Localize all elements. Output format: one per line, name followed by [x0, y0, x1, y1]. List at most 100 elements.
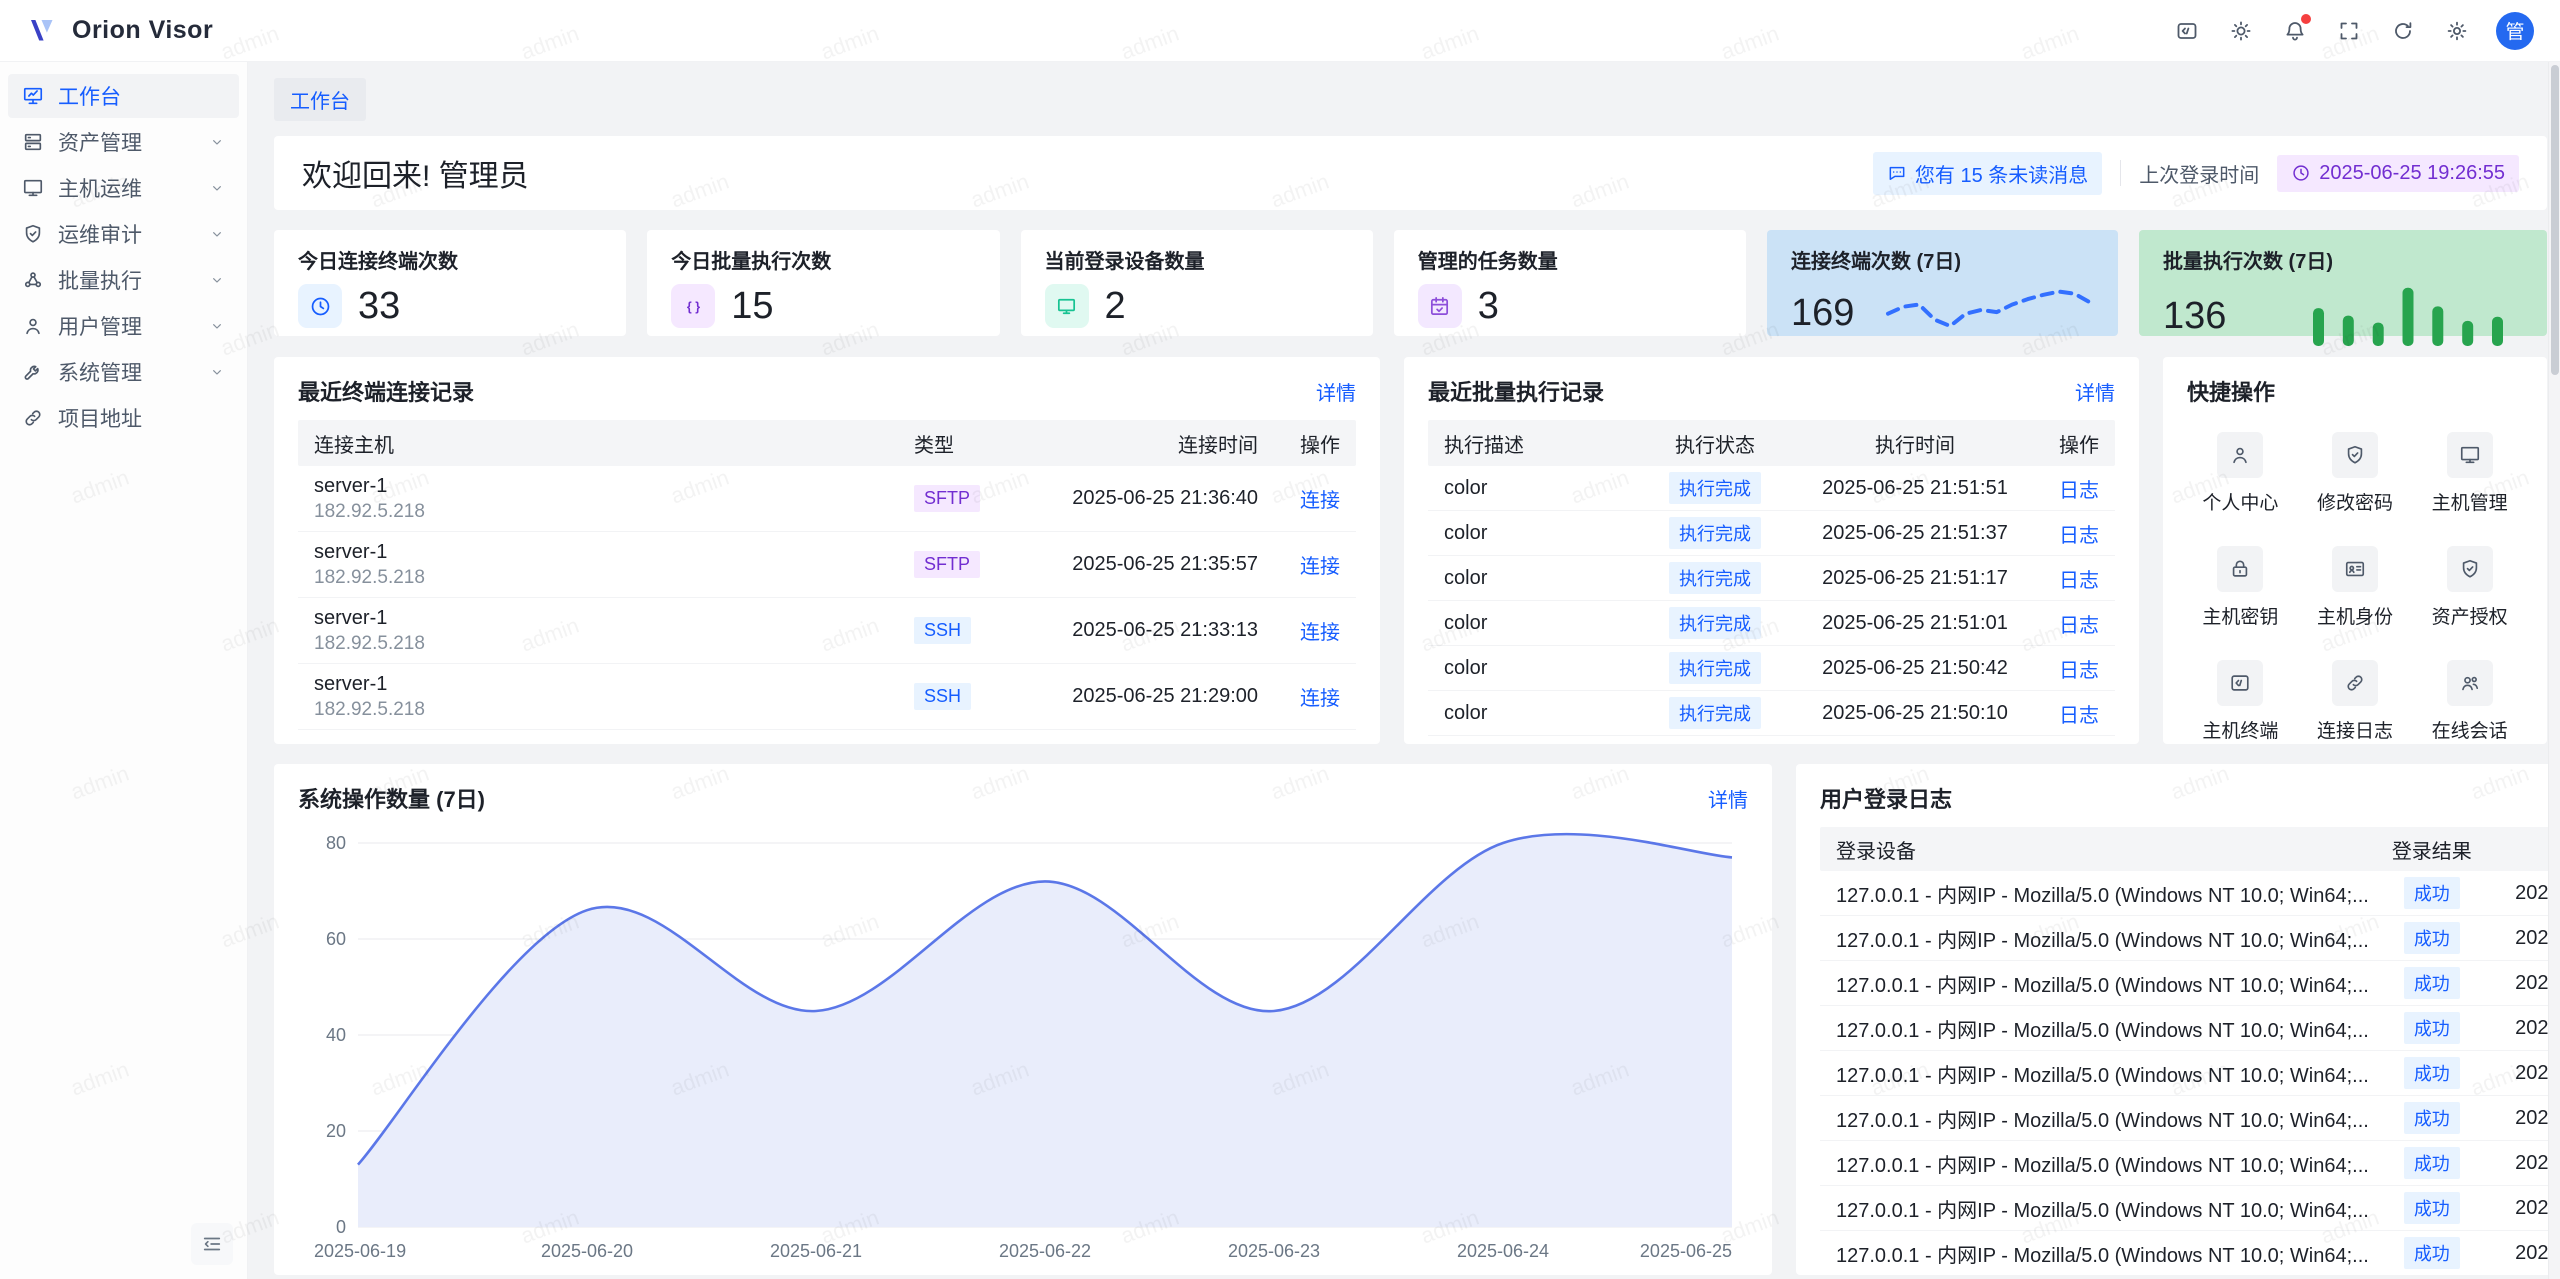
- quick-action-主机密钥[interactable]: 主机密钥: [2183, 546, 2298, 629]
- stat-label: 批量执行次数 (7日): [2163, 245, 2523, 274]
- stat-icon-square: { }: [671, 284, 715, 328]
- breadcrumb[interactable]: 工作台: [274, 78, 366, 121]
- quick-action-个人中心[interactable]: 个人中心: [2183, 432, 2298, 515]
- chevron-down-icon: [209, 318, 225, 334]
- log-link[interactable]: 日志: [2059, 615, 2099, 637]
- connect-link[interactable]: 连接: [1300, 490, 1340, 512]
- quick-action-icon-square: [2332, 432, 2378, 478]
- sidebar-item-label: 批量执行: [58, 265, 142, 295]
- quick-action-主机身份[interactable]: 主机身份: [2298, 546, 2413, 629]
- connect-link[interactable]: 连接: [1300, 688, 1340, 710]
- connect-link[interactable]: 连接: [1300, 622, 1340, 644]
- sidebar-item-label: 项目地址: [58, 403, 142, 433]
- unread-messages-badge[interactable]: 您有 15 条未读消息: [1873, 152, 2102, 195]
- host-name: server-1: [314, 607, 898, 630]
- login-result-tag: 成功: [2404, 1012, 2460, 1044]
- table-row: 127.0.0.1 - 内网IP - Mozilla/5.0 (Windows …: [1820, 1006, 2560, 1051]
- quick-action-修改密码[interactable]: 修改密码: [2298, 432, 2413, 515]
- avatar[interactable]: 管: [2496, 12, 2534, 50]
- notifications-button[interactable]: [2274, 10, 2316, 52]
- fullscreen-button[interactable]: [2328, 10, 2370, 52]
- svg-text:2025-06-22: 2025-06-22: [999, 1241, 1091, 1261]
- log-link[interactable]: 日志: [2059, 570, 2099, 592]
- table-row: color执行完成2025-06-25 21:50:42日志: [1428, 646, 2115, 691]
- recent-executions-title: 最近批量执行记录: [1428, 375, 1604, 407]
- login-device: 127.0.0.1 - 内网IP - Mozilla/5.0 (Windows …: [1820, 1014, 2377, 1043]
- clock-icon: [2291, 163, 2311, 183]
- table-row: 127.0.0.1 - 内网IP - Mozilla/5.0 (Windows …: [1820, 871, 2560, 916]
- bottom-row: 系统操作数量 (7日) 详情 0204060802025-06-192025-0…: [274, 764, 2547, 1275]
- quick-action-主机管理[interactable]: 主机管理: [2412, 432, 2527, 515]
- stat-value: 169: [1791, 292, 1854, 335]
- svg-text:2025-06-25: 2025-06-25: [1640, 1241, 1732, 1261]
- sidebar-item-项目地址[interactable]: 项目地址: [8, 396, 239, 440]
- stat-card: 今日连接终端次数33: [274, 230, 626, 336]
- last-login-label: 上次登录时间: [2139, 159, 2259, 188]
- link-icon: [22, 407, 44, 429]
- sidebar-item-主机运维[interactable]: 主机运维: [8, 166, 239, 210]
- svg-text:{ }: { }: [687, 300, 700, 314]
- host-cell: server-1182.92.5.218: [298, 673, 906, 721]
- ops-chart-card: 系统操作数量 (7日) 详情 0204060802025-06-192025-0…: [274, 764, 1772, 1275]
- quick-action-label: 主机身份: [2317, 602, 2393, 629]
- svg-text:60: 60: [326, 929, 346, 949]
- sidebar-item-label: 运维审计: [58, 219, 142, 249]
- sidebar-item-运维审计[interactable]: 运维审计: [8, 212, 239, 256]
- welcome-title: 欢迎回来! 管理员: [302, 151, 529, 195]
- table-row: color执行完成2025-06-25 21:51:51日志: [1428, 466, 2115, 511]
- connect-time: 2025-06-25 21:29:00: [1016, 685, 1266, 708]
- login-result-tag: 成功: [2404, 1102, 2460, 1134]
- log-link[interactable]: 日志: [2059, 525, 2099, 547]
- connect-link[interactable]: 连接: [1300, 556, 1340, 578]
- quick-action-连接日志[interactable]: 连接日志: [2298, 660, 2413, 743]
- log-link[interactable]: 日志: [2059, 660, 2099, 682]
- recent-connections-title: 最近终端连接记录: [298, 375, 474, 407]
- quick-action-在线会话[interactable]: 在线会话: [2412, 660, 2527, 743]
- code-button[interactable]: [2166, 10, 2208, 52]
- recent-executions-card: 最近批量执行记录 详情 执行描述执行状态执行时间操作color执行完成2025-…: [1404, 357, 2139, 744]
- quick-action-主机终端[interactable]: 主机终端: [2183, 660, 2298, 743]
- log-link[interactable]: 日志: [2059, 480, 2099, 502]
- lock-icon: [2229, 558, 2251, 580]
- settings-button[interactable]: [2436, 10, 2478, 52]
- sidebar-item-工作台[interactable]: 工作台: [8, 74, 239, 118]
- scrollbar-thumb[interactable]: [2551, 65, 2559, 375]
- recent-connections-detail-link[interactable]: 详情: [1316, 377, 1356, 406]
- sidebar-item-批量执行[interactable]: 批量执行: [8, 258, 239, 302]
- sidebar: 工作台资产管理主机运维运维审计批量执行用户管理系统管理项目地址: [0, 62, 248, 1279]
- stat-icon-square: [1045, 284, 1089, 328]
- host-cell: server-1182.92.5.218: [298, 607, 906, 655]
- login-result-tag: 成功: [2404, 1057, 2460, 1089]
- quick-action-资产授权[interactable]: 资产授权: [2412, 546, 2527, 629]
- chevron-down-icon: [209, 272, 225, 288]
- audit-icon: [22, 223, 44, 245]
- system-icon: [22, 361, 44, 383]
- log-link[interactable]: 日志: [2059, 705, 2099, 727]
- page-scrollbar[interactable]: [2548, 62, 2560, 1279]
- quick-action-icon-square: [2217, 546, 2263, 592]
- stats-row: 今日连接终端次数33今日批量执行次数{ }15当前登录设备数量2管理的任务数量3…: [274, 230, 2547, 336]
- login-device: 127.0.0.1 - 内网IP - Mozilla/5.0 (Windows …: [1820, 1239, 2377, 1268]
- login-result-tag: 成功: [2404, 1237, 2460, 1269]
- execution-description: color: [1428, 612, 1635, 635]
- login-device: 127.0.0.1 - 内网IP - Mozilla/5.0 (Windows …: [1820, 879, 2377, 908]
- sidebar-item-资产管理[interactable]: 资产管理: [8, 120, 239, 164]
- recent-executions-detail-link[interactable]: 详情: [2075, 377, 2115, 406]
- refresh-button[interactable]: [2382, 10, 2424, 52]
- user-icon: [22, 315, 44, 337]
- connect-time: 2025-06-25 21:33:13: [1016, 619, 1266, 642]
- logo-icon: [26, 14, 60, 48]
- table-row: 127.0.0.1 - 内网IP - Mozilla/5.0 (Windows …: [1820, 1096, 2560, 1141]
- column-header: 执行描述: [1428, 429, 1635, 458]
- quick-action-label: 连接日志: [2317, 716, 2393, 743]
- theme-toggle-button[interactable]: [2220, 10, 2262, 52]
- execution-description: color: [1428, 477, 1635, 500]
- quick-actions-card: 快捷操作 个人中心修改密码主机管理主机密钥主机身份资产授权主机终端连接日志在线会…: [2163, 357, 2547, 744]
- sidebar-item-用户管理[interactable]: 用户管理: [8, 304, 239, 348]
- table-row: 127.0.0.1 - 内网IP - Mozilla/5.0 (Windows …: [1820, 1186, 2560, 1231]
- sidebar-item-系统管理[interactable]: 系统管理: [8, 350, 239, 394]
- svg-text:20: 20: [326, 1121, 346, 1141]
- collapse-sidebar-button[interactable]: [191, 1223, 233, 1265]
- login-device: 127.0.0.1 - 内网IP - Mozilla/5.0 (Windows …: [1820, 1104, 2377, 1133]
- ops-chart-detail-link[interactable]: 详情: [1708, 784, 1748, 813]
